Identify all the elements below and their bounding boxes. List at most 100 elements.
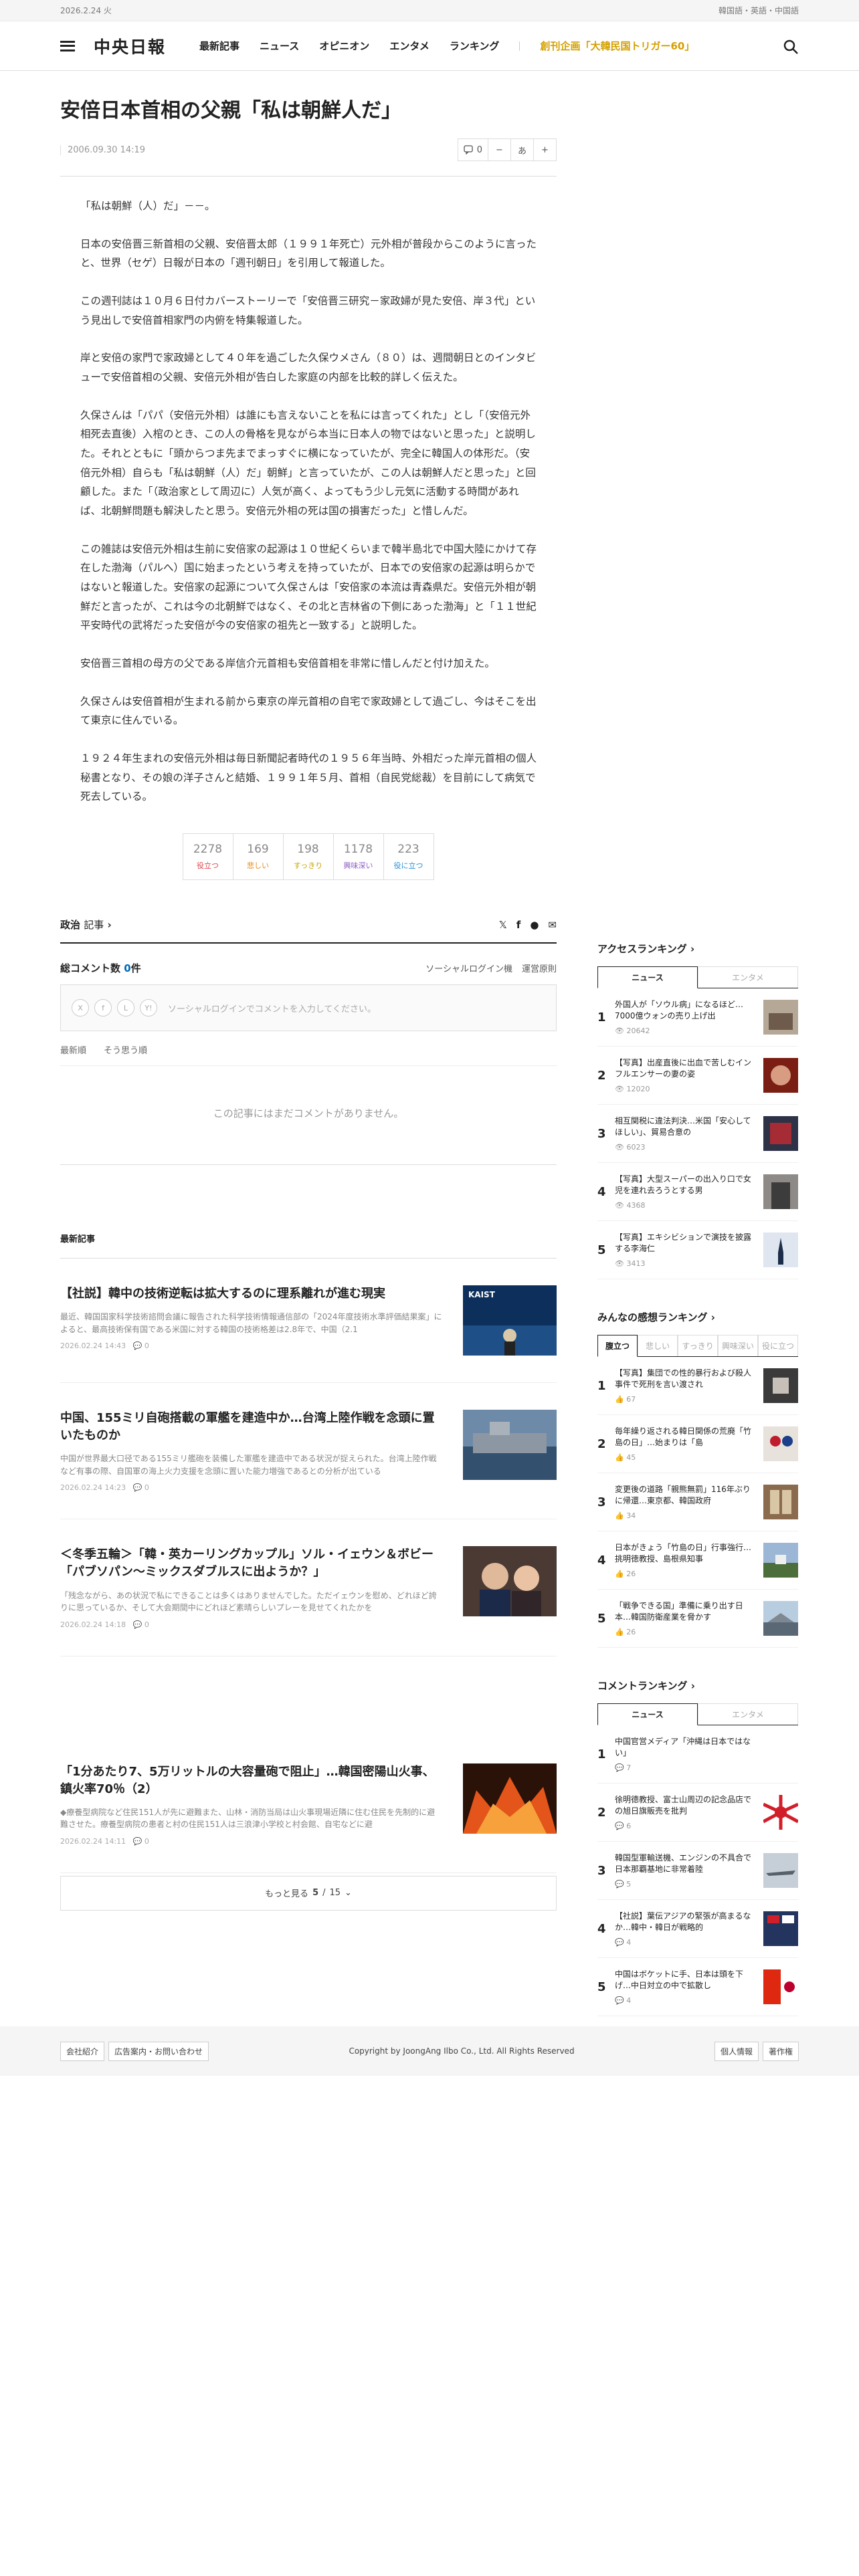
ranking-item[interactable]: 4 【写真】大型スーパーの出入り口で女児を連れ去ろうとする男 👁 4368 — [597, 1163, 798, 1221]
ranking-item[interactable]: 1 【写真】集団での性的暴行および殺人事件で死刑を言い渡され 👍 67 — [597, 1357, 798, 1415]
rank-views-value: 6023 — [626, 1143, 646, 1152]
language-links[interactable]: 韓国語・英語・中国語 — [719, 5, 799, 16]
font-size-button[interactable]: あ — [510, 139, 533, 160]
tab-news[interactable]: ニュース — [597, 1703, 698, 1725]
item-comments: 0 — [144, 1836, 149, 1846]
tab-angry[interactable]: 腹立つ — [597, 1335, 638, 1357]
x-share-icon[interactable]: 𝕏 — [499, 919, 507, 931]
footer-links: 会社紹介 広告案内・お問い合わせ — [60, 2041, 209, 2061]
copyright-link[interactable]: 著作権 — [762, 2041, 799, 2061]
more-label: もっと見る — [265, 1889, 309, 1900]
ranking-item[interactable]: 3 変更後の道路「親熊無罰」116年ぶりに帰還…東京都、韓国政府 👍 34 — [597, 1473, 798, 1531]
ranking-item[interactable]: 1 外国人が「ソウル病」になるほど…7000億ウォンの売り上げ出 👁 20642 — [597, 988, 798, 1047]
comment-total: 0 — [124, 962, 131, 975]
font-decrease-button[interactable]: − — [488, 139, 510, 160]
nav-opinion[interactable]: オピニオン — [319, 39, 369, 53]
item-meta: 2026.02.24 14:23 💬 0 — [60, 1483, 149, 1493]
impression-ranking-title[interactable]: みんなの感想ランキング › — [597, 1310, 798, 1324]
access-tabs: ニュース エンタメ — [597, 966, 798, 988]
ranking-item[interactable]: 1 中国官営メディア「沖縄は日本ではない」 💬 7 — [597, 1725, 798, 1784]
ad-contact-link[interactable]: 広告案内・お問い合わせ — [108, 2041, 209, 2061]
tab-entertainment[interactable]: エンタメ — [698, 966, 798, 988]
item-title[interactable]: 【社説】韓中の技術逆転は拡大するのに理系離れが進む現実 — [60, 1285, 443, 1303]
article-thumbnail[interactable] — [463, 1763, 557, 1834]
reaction-button[interactable]: 223 役に立つ — [383, 833, 434, 881]
list-item[interactable]: 【社説】韓中の技術逆転は拡大するのに理系離れが進む現実 最近、韓国国家科学技術諮… — [60, 1259, 557, 1384]
rank-thumbnail — [763, 1058, 798, 1093]
ranking-item[interactable]: 5 【写真】エキシビションで演技を披露する李海仁 👁 3413 — [597, 1221, 798, 1279]
tab-interesting[interactable]: 興味深い — [718, 1335, 758, 1356]
article-thumbnail[interactable]: KAIST — [463, 1285, 557, 1356]
menu-icon[interactable] — [60, 40, 75, 51]
comment-ranking-title[interactable]: コメントランキング › — [597, 1679, 798, 1693]
reaction-label: すっきり — [293, 861, 323, 871]
ranking-item[interactable]: 2 【写真】出産直後に出血で苦しむインフルエンサーの妻の姿 👁 12020 — [597, 1047, 798, 1105]
company-info-link[interactable]: 会社紹介 — [60, 2041, 105, 2061]
nav-special-feature[interactable]: 創刊企画「大韓民国トリガー60」 — [540, 39, 694, 53]
article-paragraph: 久保さんは「パパ（安倍元外相）は誰にも言えないことを私には言ってくれた」とし「（… — [80, 409, 536, 518]
ranking-item[interactable]: 3 相互関税に違法判決…米国「安心してほしい」、貿易合意の 👁 6023 — [597, 1105, 798, 1163]
rank-title: 徐明德教授、富士山周辺の記念品店での旭日旗販売を批判 — [615, 1795, 752, 1816]
site-logo[interactable]: 中央日報 — [94, 34, 166, 58]
article-thumbnail[interactable] — [463, 1410, 557, 1481]
rank-comments: 💬 4 — [615, 1996, 632, 2005]
reaction-label: 興味深い — [343, 861, 373, 871]
sidebar: アクセスランキング › ニュース エンタメ 1 外国人が「ソウル病」になるほど…7… — [597, 942, 798, 2047]
load-more-button[interactable]: もっと見る 5 / 15 ⌄ — [60, 1875, 557, 1911]
reaction-button[interactable]: 2278 役立つ — [182, 833, 233, 881]
social-login-link[interactable]: ソーシャルログイン機 — [425, 962, 512, 974]
item-title[interactable]: 中国、155ミリ自砲搭載の軍艦を建造中か…台湾上陸作戦を念頭に置いたものか — [60, 1410, 443, 1444]
nav-ranking[interactable]: ランキング — [450, 39, 500, 53]
nav-news[interactable]: ニュース — [260, 39, 299, 53]
reaction-count: 223 — [397, 843, 419, 857]
privacy-link[interactable]: 個人情報 — [714, 2041, 759, 2061]
line-login-icon[interactable]: L — [117, 999, 134, 1017]
tab-entertainment[interactable]: エンタメ — [698, 1703, 798, 1725]
reaction-button[interactable]: 198 すっきり — [282, 833, 334, 881]
tab-newest[interactable]: 最新順 — [60, 1043, 86, 1056]
yahoo-login-icon[interactable]: Y! — [140, 999, 157, 1017]
nav-latest[interactable]: 最新記事 — [199, 39, 240, 53]
item-comments: 0 — [144, 1341, 149, 1351]
tab-helpful[interactable]: 役に立つ — [758, 1335, 798, 1356]
ranking-item[interactable]: 3 韓国型軍輸送機、エンジンの不具合で日本那覇基地に非常着陸 💬 5 — [597, 1842, 798, 1900]
search-icon[interactable] — [783, 39, 799, 55]
list-item[interactable]: 「1分あたり7、5万リットルの大容量砲で阻止」…韓国密陽山火事、鎮火率70％（2… — [60, 1737, 557, 1873]
reaction-button[interactable]: 1178 興味深い — [332, 833, 384, 881]
item-title[interactable]: 「1分あたり7、5万リットルの大容量砲で阻止」…韓国密陽山火事、鎮火率70％（2… — [60, 1763, 443, 1798]
nav-entertainment[interactable]: エンタメ — [389, 39, 430, 53]
font-increase-button[interactable]: + — [533, 139, 556, 160]
facebook-share-icon[interactable]: f — [516, 919, 521, 931]
ranking-item[interactable]: 4 日本がきょう「竹島の日」行事強行…挑明徳教授、島根県知事 👍 26 — [597, 1531, 798, 1590]
line-share-icon[interactable]: ● — [530, 919, 539, 931]
list-item[interactable]: ＜冬季五輪＞「韓・英カーリングカップル」ソル・イェウン＆ボビー「パブソパン～ミッ… — [60, 1519, 557, 1656]
tab-news[interactable]: ニュース — [597, 966, 698, 988]
access-ranking: アクセスランキング › ニュース エンタメ 1 外国人が「ソウル病」になるほど…7… — [597, 942, 798, 1279]
reaction-button[interactable]: 169 悲しい — [232, 833, 284, 881]
policy-link[interactable]: 運営原則 — [522, 962, 557, 974]
ranking-item[interactable]: 2 毎年繰り返される韓日関係の荒廃「竹島の日」…始まりは「島 👍 45 — [597, 1415, 798, 1473]
more-page: 5 — [312, 1888, 319, 1899]
rank-comments: 💬 6 — [615, 1822, 632, 1830]
tab-sad[interactable]: 悲しい — [638, 1335, 678, 1356]
comment-count-button[interactable]: 0 — [458, 139, 488, 160]
item-date: 2026.02.24 14:23 — [60, 1483, 126, 1493]
facebook-login-icon[interactable]: f — [94, 999, 112, 1017]
ranking-item[interactable]: 5 「戦争できる国」準備に乗り出す日本…韓国防衛産業を脅かす 👍 26 — [597, 1590, 798, 1648]
rank-number: 1 — [597, 1378, 606, 1393]
item-title[interactable]: ＜冬季五輪＞「韓・英カーリングカップル」ソル・イェウン＆ボビー「パブソパン～ミッ… — [60, 1546, 443, 1581]
ranking-item[interactable]: 5 中国はボケットに手、日本は頭を下げ…中日対立の中で拡散し 💬 4 — [597, 1958, 798, 2016]
no-comments-message: この記事にはまだコメントがありません。 — [60, 1066, 557, 1166]
article-thumbnail[interactable] — [463, 1546, 557, 1617]
x-login-icon[interactable]: X — [72, 999, 89, 1017]
list-item[interactable]: 中国、155ミリ自砲搭載の軍艦を建造中か…台湾上陸作戦を念頭に置いたものか 中国… — [60, 1383, 557, 1520]
category-link[interactable]: 政治 記事 › — [60, 918, 112, 932]
comment-input-box[interactable]: X f L Y! ソーシャルログインでコメントを入力してください。 — [60, 984, 557, 1032]
rank-number: 5 — [597, 1611, 606, 1626]
access-ranking-title[interactable]: アクセスランキング › — [597, 942, 798, 956]
ranking-item[interactable]: 4 【社説】葉伝アジアの緊張が高まるなか…韓中・韓日が戦略的 💬 4 — [597, 1900, 798, 1958]
tab-agree[interactable]: そう思う順 — [104, 1043, 147, 1056]
ranking-item[interactable]: 2 徐明德教授、富士山周辺の記念品店での旭日旗販売を批判 💬 6 — [597, 1784, 798, 1842]
email-share-icon[interactable]: ✉ — [548, 919, 557, 931]
tab-refreshing[interactable]: すっきり — [678, 1335, 718, 1356]
